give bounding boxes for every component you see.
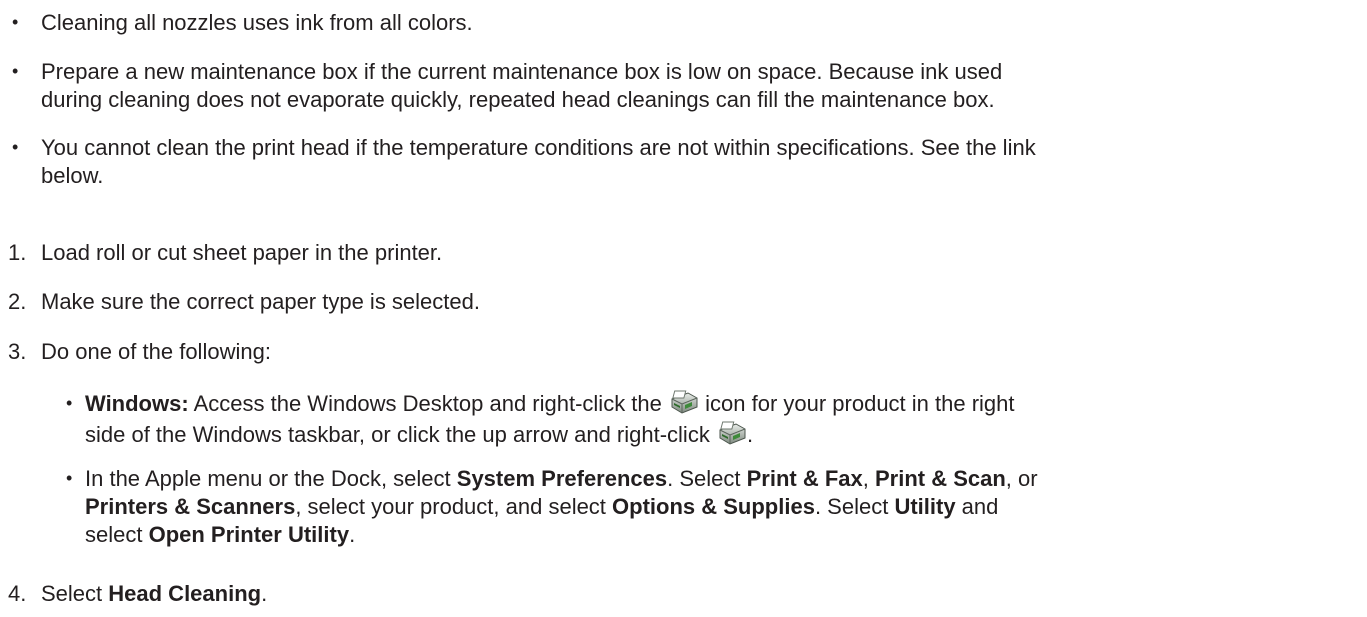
bold-term: Printers & Scanners bbox=[85, 494, 296, 519]
sub-option-line: Printers & Scanners, select your product… bbox=[85, 493, 998, 520]
step-number: 3. bbox=[8, 339, 27, 364]
document-page: • Cleaning all nozzles uses ink from all… bbox=[0, 0, 1367, 617]
step-number: 1. bbox=[8, 240, 27, 265]
text-run: In the Apple menu or the Dock, select bbox=[85, 466, 457, 491]
text-run: Access the Windows Desktop and right-cli… bbox=[188, 391, 669, 416]
text-run: select bbox=[85, 522, 149, 547]
text-run: . bbox=[746, 422, 754, 447]
step-number: 2. bbox=[8, 289, 27, 314]
bold-term: System Preferences bbox=[456, 466, 668, 491]
bold-term: Options & Supplies bbox=[612, 494, 815, 519]
bullet: • bbox=[12, 12, 19, 32]
text-run: , or bbox=[1005, 466, 1038, 491]
bullet: • bbox=[12, 137, 19, 157]
step-text: Load roll or cut sheet paper in the prin… bbox=[41, 240, 443, 265]
bullet: • bbox=[66, 468, 73, 488]
text-run: side of the Windows taskbar, or click th… bbox=[85, 422, 716, 447]
text-run: icon for your product in the right bbox=[699, 391, 1015, 416]
bold-term: Head Cleaning bbox=[108, 581, 262, 606]
note-text: You cannot clean the print head if the t… bbox=[41, 135, 1036, 160]
step-text: Do one of the following: bbox=[41, 339, 271, 364]
bold-term: Print & Fax bbox=[746, 466, 863, 491]
windows-label: Windows: bbox=[85, 391, 189, 416]
step-number: 4. bbox=[8, 581, 27, 606]
bold-term: Utility bbox=[894, 494, 956, 519]
note-text: during cleaning does not evaporate quick… bbox=[41, 87, 995, 112]
text-run: , select your product, and select bbox=[295, 494, 613, 519]
note-text: below. bbox=[41, 163, 104, 188]
note-text: Cleaning all nozzles uses ink from all c… bbox=[41, 10, 473, 35]
sub-option-line: Windows: Access the Windows Desktop and … bbox=[85, 390, 1015, 417]
text-run: . Select bbox=[814, 494, 895, 519]
step-text: Make sure the correct paper type is sele… bbox=[41, 289, 480, 314]
sub-option-line: select Open Printer Utility. bbox=[85, 521, 355, 548]
step-text: Select Head Cleaning. bbox=[41, 580, 267, 607]
bold-term: Print & Scan bbox=[874, 466, 1006, 491]
bold-term: Open Printer Utility bbox=[148, 522, 350, 547]
bullet: • bbox=[66, 393, 73, 413]
note-text: Prepare a new maintenance box if the cur… bbox=[41, 59, 1003, 84]
text-run: , bbox=[862, 466, 875, 491]
text-run: and bbox=[955, 494, 999, 519]
bullet: • bbox=[12, 61, 19, 81]
text-run: . bbox=[349, 522, 356, 547]
sub-option-line: side of the Windows taskbar, or click th… bbox=[85, 421, 753, 448]
printer-tray-icon bbox=[716, 421, 747, 445]
text-run: . bbox=[261, 581, 268, 606]
printer-tray-icon bbox=[668, 390, 699, 414]
text-run: . Select bbox=[667, 466, 747, 491]
sub-option-line: In the Apple menu or the Dock, select Sy… bbox=[85, 465, 1038, 492]
text-run: Select bbox=[41, 581, 109, 606]
